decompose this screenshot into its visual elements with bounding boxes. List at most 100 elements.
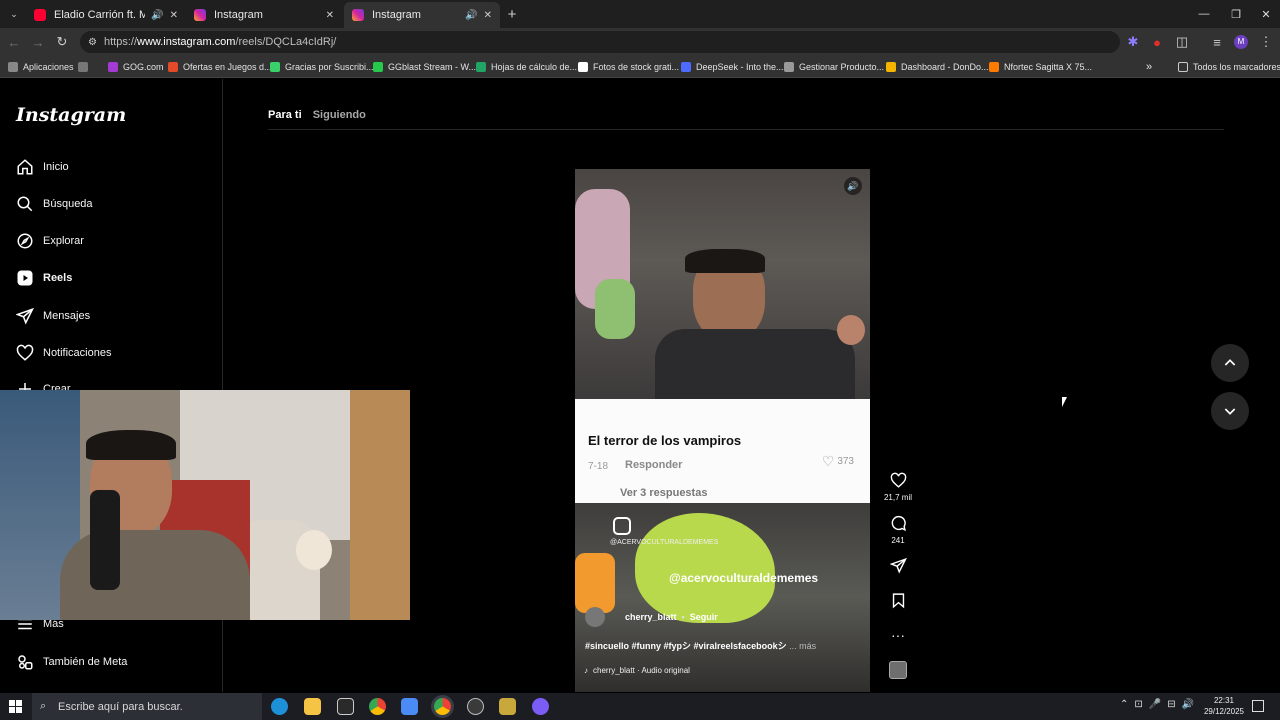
bookmark-label: Hojas de cálculo de... (491, 62, 578, 72)
instagram-logo[interactable]: Instagram (16, 104, 126, 126)
tab-instagram-1[interactable]: Instagram ✕ (186, 2, 342, 28)
sidebar-item-meta[interactable]: También de Meta (16, 650, 127, 674)
profile-avatar[interactable]: M (1231, 32, 1251, 52)
sidebar-item-busqueda[interactable]: Búsqueda (16, 192, 93, 216)
bookmark-nfortec[interactable]: Nfortec Sagitta X 75... (989, 59, 1092, 75)
follow-button[interactable]: Seguir (690, 612, 718, 622)
watermark-large: @acervoculturaldememes (669, 571, 819, 585)
reel-video[interactable]: 🔊 El terror de los vampiros 7-18 Respond… (575, 169, 870, 692)
volume-icon[interactable]: 🔊 (844, 177, 862, 195)
close-tab-icon[interactable]: ✕ (484, 10, 492, 21)
deepseek-icon (681, 62, 691, 72)
bookmark-label: Gestionar Producto... (799, 62, 885, 72)
app-blue-icon[interactable] (401, 698, 418, 715)
previous-reel-button[interactable] (1211, 344, 1249, 382)
tab-para-ti[interactable]: Para ti (268, 109, 302, 121)
clock-time: 22:31 (1213, 696, 1234, 705)
reel-author: cherry_blatt • Seguir (585, 607, 718, 627)
bookmark-gestionar[interactable]: Gestionar Producto... (784, 59, 884, 75)
reload-button[interactable]: ↻ (52, 32, 72, 52)
streamer-hair (86, 430, 176, 460)
bookmark-gog[interactable]: GOG.com (108, 59, 164, 75)
windows-start-icon[interactable] (9, 700, 22, 713)
bookmark-sheets[interactable]: Hojas de cálculo de... (476, 59, 577, 75)
forward-button[interactable]: → (28, 32, 48, 52)
comment-reply: Responder (625, 459, 683, 471)
send-icon (16, 307, 34, 325)
bookmarks-overflow[interactable]: » (1146, 59, 1152, 75)
bookmarks-bar: Aplicaciones GOG.com Ofertas en Juegos d… (0, 56, 1280, 78)
audio-thumbnail[interactable] (883, 661, 913, 679)
notifications-icon[interactable] (1252, 700, 1264, 712)
minimize-button[interactable]: — (1188, 0, 1220, 28)
bookmark-dashboard[interactable]: Dashboard - DonDo... (886, 59, 989, 75)
browser-menu-icon[interactable]: ⋮ (1256, 32, 1276, 52)
media-controls-icon[interactable]: ≡ (1207, 32, 1227, 52)
chrome-icon[interactable] (369, 698, 386, 715)
close-tab-icon[interactable]: ✕ (326, 10, 334, 21)
address-bar[interactable]: ⚙ https://www.instagram.com/reels/DQCLa4… (80, 31, 1120, 53)
tab-siguiendo[interactable]: Siguiendo (313, 109, 366, 121)
tab-title: Instagram (372, 9, 421, 21)
discord-icon[interactable] (532, 698, 549, 715)
search-icon: ⌕ (40, 700, 47, 712)
close-window-button[interactable]: ✕ (1250, 0, 1280, 28)
comment-action[interactable]: 241 (883, 515, 913, 545)
mouse-cursor (1062, 397, 1067, 407)
system-tray-icons[interactable]: ⌃⊡🎤⊟🔊 (1120, 699, 1200, 710)
bookmark-ofertas[interactable]: Ofertas en Juegos d... (168, 59, 272, 75)
edge-icon[interactable] (271, 698, 288, 715)
tab-search-button[interactable]: ⌄ (4, 4, 24, 24)
file-explorer-icon[interactable] (304, 698, 321, 715)
bookmark-fotos[interactable]: Fotos de stock grati... (578, 59, 679, 75)
extension-puzzle-icon[interactable]: ✱ (1123, 32, 1143, 52)
more-options-icon[interactable]: ··· (883, 627, 913, 643)
sidebar-item-notificaciones[interactable]: Notificaciones (16, 341, 111, 365)
author-name[interactable]: cherry_blatt (625, 612, 677, 622)
extension-s-icon[interactable]: ● (1147, 32, 1167, 52)
comment-count: 241 (891, 536, 905, 545)
sidebar-item-inicio[interactable]: Inicio (16, 155, 69, 179)
url-host: www.instagram.com (137, 36, 236, 48)
bookmark-ggblast[interactable]: GGblast Stream - W... (373, 59, 476, 75)
taskbar-search[interactable]: ⌕ Escribe aquí para buscar. (32, 693, 262, 720)
new-tab-button[interactable]: + (502, 4, 522, 24)
bookmark-gracias[interactable]: Gracias por Suscribi... (270, 59, 374, 75)
author-avatar[interactable] (585, 607, 605, 627)
search-icon (17, 196, 33, 212)
speaker-icon[interactable]: 🔊 (151, 10, 163, 21)
all-bookmarks[interactable]: Todos los marcadores (1178, 59, 1280, 75)
app-icon[interactable] (337, 698, 354, 715)
back-button[interactable]: ← (4, 32, 24, 52)
save-action[interactable] (883, 592, 913, 613)
share-action[interactable] (883, 557, 913, 578)
like-action[interactable]: 21,7 mil (883, 472, 913, 502)
taskbar-clock[interactable]: 22:31 29/12/2025 (1204, 695, 1244, 717)
caption-more[interactable]: ... más (789, 641, 816, 651)
close-tab-icon[interactable]: ✕ (170, 10, 178, 21)
tab-instagram-2[interactable]: Instagram 🔊 ✕ (344, 2, 500, 28)
bookmark-label: DeepSeek - Into the... (696, 62, 784, 72)
bookmark-grid[interactable] (78, 59, 93, 75)
maximize-button[interactable]: ❐ (1220, 0, 1252, 28)
speaker-icon[interactable]: 🔊 (465, 10, 477, 21)
sidebar-item-reels[interactable]: Reels (16, 266, 72, 290)
bookmark-apps[interactable]: Aplicaciones (8, 59, 74, 75)
obs-icon[interactable] (467, 698, 484, 715)
extensions-icon[interactable]: ◫ (1172, 32, 1192, 52)
gog-icon (108, 62, 118, 72)
tab-strip: ⌄ Eladio Carrión ft. Myke Tow 🔊 ✕ Instag… (0, 0, 1280, 28)
chrome-active-icon[interactable] (434, 698, 451, 715)
site-info-icon[interactable]: ⚙ (88, 37, 97, 48)
home-icon (17, 159, 33, 175)
nfortec-icon (989, 62, 999, 72)
tab-youtube[interactable]: Eladio Carrión ft. Myke Tow 🔊 ✕ (26, 2, 186, 28)
sidebar-item-mensajes[interactable]: Mensajes (16, 304, 90, 328)
reel-audio[interactable]: ♪ cherry_blatt · Audio original (584, 666, 690, 675)
sidebar-item-explorar[interactable]: Explorar (16, 229, 84, 253)
league-icon[interactable] (499, 698, 516, 715)
compass-icon (17, 233, 33, 249)
bookmark-deepseek[interactable]: DeepSeek - Into the... (681, 59, 784, 75)
bookmark-label: Ofertas en Juegos d... (183, 62, 272, 72)
next-reel-button[interactable] (1211, 392, 1249, 430)
